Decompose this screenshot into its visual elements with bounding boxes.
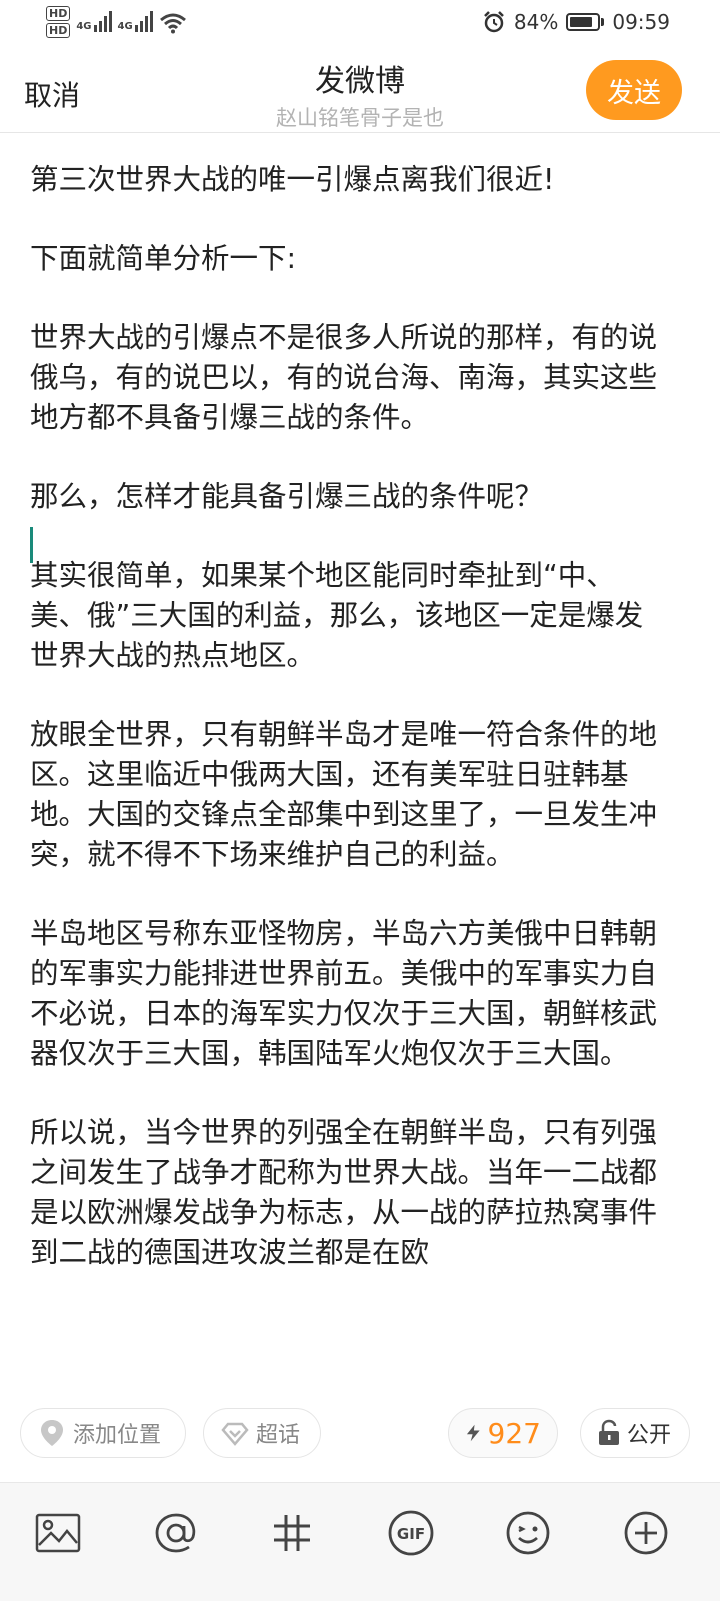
battery-icon (566, 13, 605, 31)
hashtag-icon[interactable] (264, 1505, 320, 1561)
signal-2: 4G (118, 10, 153, 32)
visibility-button[interactable]: 公开 (580, 1408, 690, 1458)
network-type: 4G (117, 21, 133, 32)
post-paragraph: 世界大战的引爆点不是很多人所说的那样，有的说俄乌，有的说巴以，有的说台海、南海，… (30, 321, 658, 434)
super-topic-button[interactable]: 超话 (203, 1408, 321, 1458)
char-count-value: 927 (487, 1416, 541, 1450)
alarm-icon (484, 11, 504, 33)
post-editor[interactable]: 第三次世界大战的唯一引爆点离我们很近! 下面就简单分析一下: 世界大战的引爆点不… (30, 160, 670, 1312)
signal-icon (93, 10, 112, 32)
signal-icon (134, 10, 153, 32)
post-paragraph: 所以说，当今世界的列强全在朝鲜半岛，只有列强之间发生了战争才配称为世界大战。当年… (30, 1116, 658, 1269)
battery-percent: 84% (513, 10, 559, 34)
hd-badge: HD (46, 23, 71, 38)
location-label: 添加位置 (73, 1423, 162, 1448)
unlock-icon (599, 1419, 619, 1445)
gif-icon[interactable]: GIF (383, 1505, 439, 1561)
post-paragraph: 其实很简单，如果某个地区能同时牵扯到“中、美、俄”三大国的利益，那么，该地区一定… (30, 559, 644, 672)
svg-text:GIF: GIF (397, 1525, 425, 1543)
send-button[interactable]: 发送 (586, 60, 682, 120)
signal-1: 4G (76, 10, 112, 32)
compose-chips: 添加位置 超话 927 公开 (0, 1408, 720, 1462)
hd-indicators: HD HD (46, 6, 71, 38)
at-icon[interactable] (148, 1505, 204, 1561)
compose-header: 取消 发微博 赵山铭笔骨子是也 发送 (0, 48, 720, 133)
status-bar: HD HD 4G 4G 84% 09:59 (0, 0, 720, 48)
status-left: HD HD 4G 4G (46, 6, 187, 38)
location-pin-icon (41, 1420, 63, 1446)
post-paragraph: 半岛地区号称东亚怪物房，半岛六方美俄中日韩朝的军事实力能排进世界前五。美俄中的军… (30, 917, 658, 1070)
clock: 09:59 (612, 10, 670, 34)
plus-icon[interactable] (618, 1505, 674, 1561)
text-cursor (30, 527, 33, 563)
diamond-icon (221, 1422, 249, 1446)
bottom-toolbar: GIF (0, 1482, 720, 1601)
char-count: 927 (448, 1408, 558, 1458)
visibility-label: 公开 (627, 1423, 672, 1448)
image-icon[interactable] (30, 1505, 86, 1561)
post-paragraph: 第三次世界大战的唯一引爆点离我们很近! (30, 163, 555, 196)
wifi-icon (159, 13, 186, 34)
cancel-button[interactable]: 取消 (24, 74, 80, 114)
add-location-button[interactable]: 添加位置 (20, 1408, 186, 1458)
status-right: 84% 09:59 (482, 10, 670, 34)
post-paragraph: 放眼全世界，只有朝鲜半岛才是唯一符合条件的地区。这里临近中俄两大国，还有美军驻日… (30, 718, 658, 871)
post-paragraph: 那么，怎样才能具备引爆三战的条件呢？ (30, 480, 544, 513)
topic-label: 超话 (256, 1423, 301, 1448)
post-paragraph: 下面就简单分析一下: (30, 242, 297, 275)
lightning-icon (466, 1424, 480, 1442)
hd-badge: HD (46, 6, 71, 21)
network-type: 4G (76, 21, 92, 32)
emoji-icon[interactable] (500, 1505, 556, 1561)
